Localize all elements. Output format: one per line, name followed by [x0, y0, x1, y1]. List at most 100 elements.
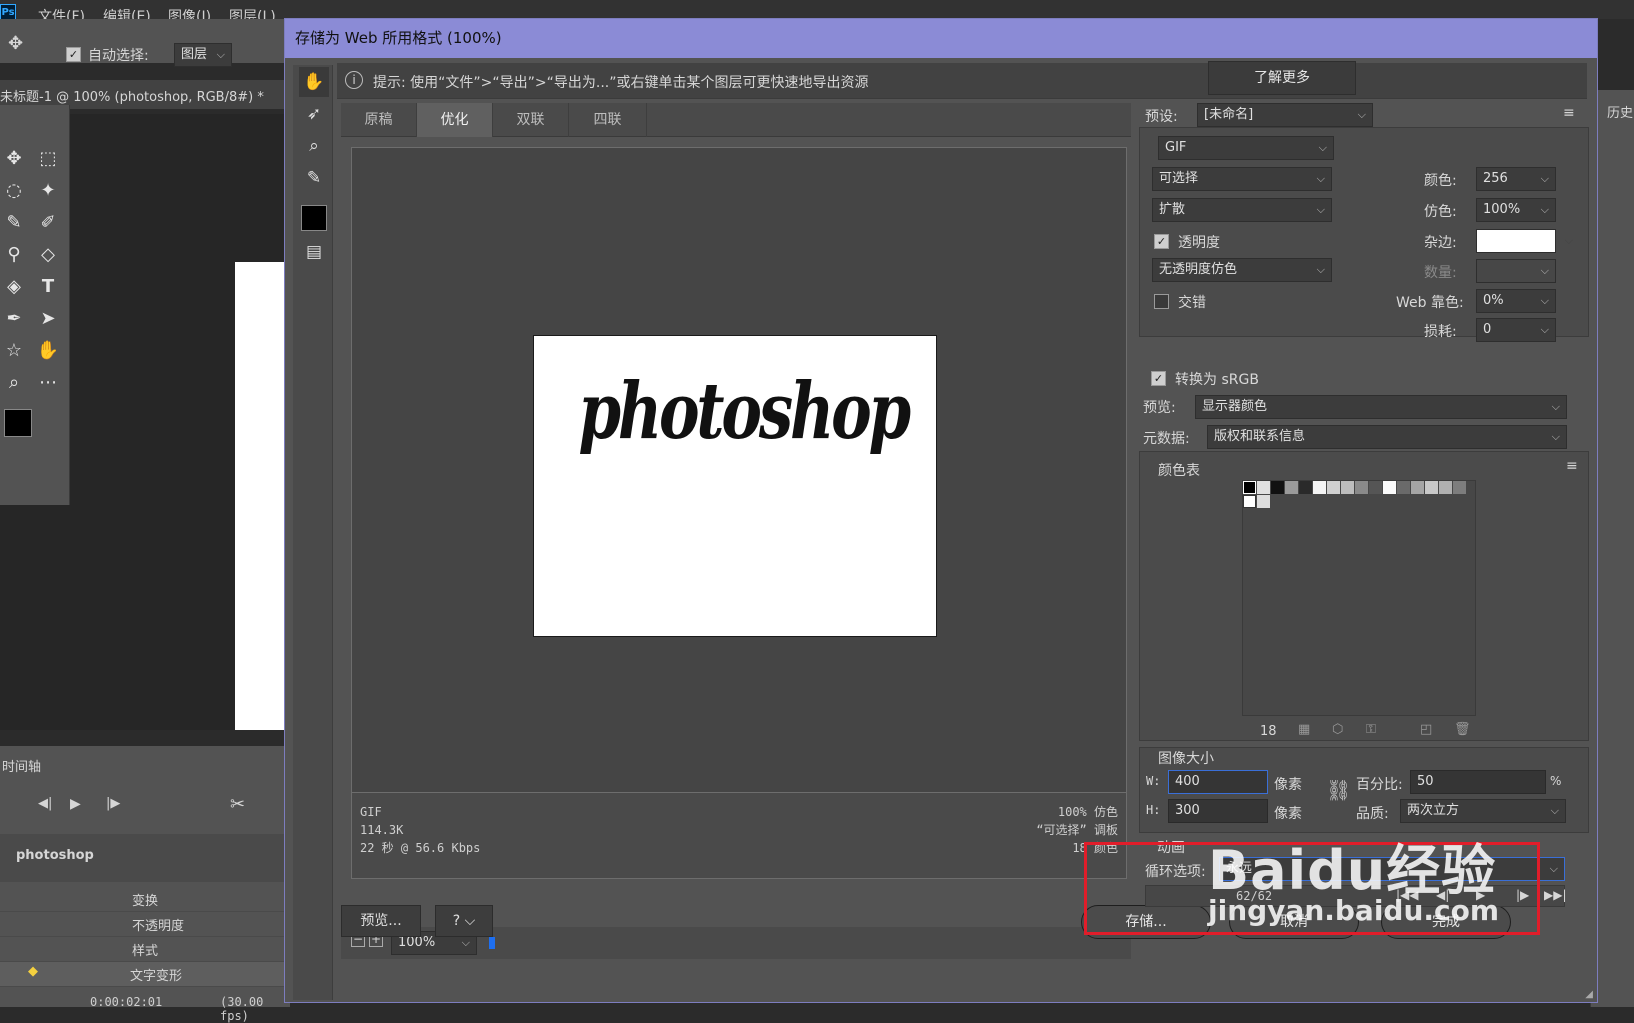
- more-tools-icon[interactable]: ⋯: [34, 369, 62, 397]
- convert-srgb-checkbox[interactable]: ✓: [1151, 371, 1166, 386]
- document-tab[interactable]: 未标题-1 @ 100% (photoshop, RGB/8#) *: [0, 86, 264, 105]
- transparency-checkbox[interactable]: ✓: [1154, 234, 1169, 249]
- lossy-label: 损耗:: [1424, 324, 1457, 340]
- height-input[interactable]: 300: [1168, 799, 1268, 823]
- scissors-icon[interactable]: ✂: [230, 794, 245, 815]
- preview-color-label: 预览:: [1143, 400, 1176, 416]
- tab-original[interactable]: 原稿: [341, 103, 417, 137]
- preview-color-select[interactable]: 显示器颜色 ⌵: [1195, 395, 1567, 419]
- web-snap-select[interactable]: 0% ⌵: [1476, 289, 1556, 313]
- height-label: H:: [1146, 803, 1161, 817]
- settings-menu-icon[interactable]: ≡: [1563, 105, 1575, 121]
- color-swatch[interactable]: [1369, 481, 1382, 494]
- move-tool-icon[interactable]: ✥: [0, 145, 28, 173]
- shape-tool-icon[interactable]: ☆: [0, 337, 28, 365]
- tab-4-up[interactable]: 四联: [569, 103, 647, 137]
- color-swatch[interactable]: [1243, 481, 1256, 494]
- interlace-checkbox[interactable]: [1154, 294, 1169, 309]
- info-left: GIF 114.3K 22 秒 @ 56.6 Kbps: [360, 803, 480, 857]
- colors-select[interactable]: 256 ⌵: [1476, 167, 1556, 191]
- color-swatch[interactable]: [1313, 481, 1326, 494]
- stamp-tool-icon[interactable]: ⚲: [0, 241, 28, 269]
- matte-color-select[interactable]: ⌵: [1476, 229, 1573, 253]
- color-swatch[interactable]: [1383, 481, 1396, 494]
- lasso-tool-icon[interactable]: ◌: [0, 177, 28, 205]
- auto-select-target-select[interactable]: 图层 ⌵: [174, 43, 232, 67]
- web-shift-icon[interactable]: ⬡: [1332, 722, 1343, 737]
- hand-tool-icon[interactable]: ✋: [34, 337, 62, 365]
- reduction-select[interactable]: 可选择 ⌵: [1152, 167, 1332, 191]
- transparent-swatch[interactable]: [1257, 495, 1270, 508]
- magic-wand-icon[interactable]: ✦: [34, 177, 62, 205]
- color-swatch[interactable]: [1243, 495, 1256, 508]
- step-forward-icon[interactable]: |▶: [106, 796, 120, 811]
- learn-more-button[interactable]: 了解更多: [1208, 61, 1356, 95]
- dither-select[interactable]: 100% ⌵: [1476, 198, 1556, 222]
- path-select-icon[interactable]: ➤: [34, 305, 62, 333]
- map-to-transparent-icon[interactable]: ▦: [1298, 722, 1310, 737]
- height-unit: 像素: [1274, 806, 1302, 822]
- eyedropper-icon[interactable]: ✎: [299, 163, 329, 193]
- brush-tool-icon[interactable]: ✐: [34, 209, 62, 237]
- format-select[interactable]: GIF ⌵: [1158, 136, 1334, 160]
- timeline-panel: 时间轴 ▶ ◀| |▶ ✂ photoshop 变换 不透明度 样式 文字变形 ◆…: [0, 745, 290, 1023]
- color-table-menu-icon[interactable]: ≡: [1566, 458, 1578, 474]
- play-icon[interactable]: ▶: [70, 796, 81, 812]
- step-back-icon[interactable]: ◀|: [38, 796, 52, 811]
- lossy-select[interactable]: 0 ⌵: [1476, 318, 1556, 342]
- color-swatch[interactable]: [1355, 481, 1368, 494]
- lock-icon[interactable]: ⚿: [1366, 722, 1376, 737]
- eyedropper-color-swatch[interactable]: [301, 205, 327, 231]
- matte-dither-select[interactable]: 无透明度仿色 ⌵: [1152, 258, 1332, 282]
- color-swatch[interactable]: [1411, 481, 1424, 494]
- color-swatch[interactable]: [1341, 481, 1354, 494]
- new-color-icon[interactable]: ◰: [1420, 722, 1432, 737]
- metadata-select[interactable]: 版权和联系信息 ⌵: [1207, 425, 1567, 449]
- web-snap-label: Web 靠色:: [1396, 295, 1464, 311]
- last-frame-icon[interactable]: ▶▶|: [1544, 888, 1567, 902]
- width-input[interactable]: 400: [1168, 770, 1268, 794]
- color-swatch[interactable]: [1285, 481, 1298, 494]
- color-table[interactable]: [1242, 480, 1476, 716]
- interlace-label: 交错: [1178, 295, 1206, 311]
- color-swatch[interactable]: [1299, 481, 1312, 494]
- info-download-time: 22 秒 @ 56.6 Kbps: [360, 841, 481, 855]
- eraser-tool-icon[interactable]: ◇: [34, 241, 62, 269]
- timeline-layer-name[interactable]: photoshop: [16, 848, 94, 863]
- move-tool-icon[interactable]: ✥: [8, 33, 23, 54]
- type-tool-icon[interactable]: T: [34, 273, 62, 301]
- auto-select-checkbox[interactable]: ✓: [66, 47, 81, 62]
- tab-optimized[interactable]: 优化: [417, 103, 493, 137]
- quality-select[interactable]: 两次立方 ⌵: [1400, 799, 1566, 823]
- color-swatch[interactable]: [1439, 481, 1452, 494]
- toggle-slices-icon[interactable]: ▤: [299, 237, 329, 267]
- link-proportions-icon[interactable]: ⛓: [1326, 778, 1351, 802]
- browser-select[interactable]: ? ⌵: [435, 905, 493, 937]
- optimization-info: GIF 114.3K 22 秒 @ 56.6 Kbps 100% 仿色 “可选择…: [352, 792, 1126, 878]
- eyedropper-icon[interactable]: ✎: [0, 209, 28, 237]
- resize-grip-icon[interactable]: ◢: [1585, 989, 1593, 1000]
- preset-select[interactable]: [未命名] ⌵: [1197, 103, 1373, 127]
- color-swatch[interactable]: [1257, 481, 1270, 494]
- marquee-tool-icon[interactable]: ⬚: [34, 145, 62, 173]
- zoom-tool-icon[interactable]: ⌕: [0, 369, 28, 397]
- keyframe-icon[interactable]: ◆: [28, 964, 38, 979]
- tab-2-up[interactable]: 双联: [493, 103, 569, 137]
- hand-icon[interactable]: ✋: [299, 67, 329, 97]
- delete-color-icon[interactable]: 🗑: [1454, 722, 1471, 737]
- pen-tool-icon[interactable]: ✒: [0, 305, 28, 333]
- color-swatch[interactable]: [1453, 481, 1466, 494]
- color-swatch[interactable]: [1425, 481, 1438, 494]
- foreground-color-swatch[interactable]: [4, 409, 32, 437]
- percent-input[interactable]: 50: [1410, 770, 1546, 794]
- slice-select-icon[interactable]: ➶: [299, 99, 329, 129]
- color-swatch[interactable]: [1327, 481, 1340, 494]
- preview-button[interactable]: 预览...: [341, 905, 421, 937]
- color-swatch[interactable]: [1271, 481, 1284, 494]
- color-swatch[interactable]: [1397, 481, 1410, 494]
- watermark-url: jingyan.baidu.com: [1208, 894, 1500, 927]
- dither-algorithm-select[interactable]: 扩散 ⌵: [1152, 198, 1332, 222]
- photoshop-logo-icon: Ps: [0, 4, 16, 20]
- paint-bucket-icon[interactable]: ◈: [0, 273, 28, 301]
- zoom-icon[interactable]: ⌕: [299, 131, 329, 161]
